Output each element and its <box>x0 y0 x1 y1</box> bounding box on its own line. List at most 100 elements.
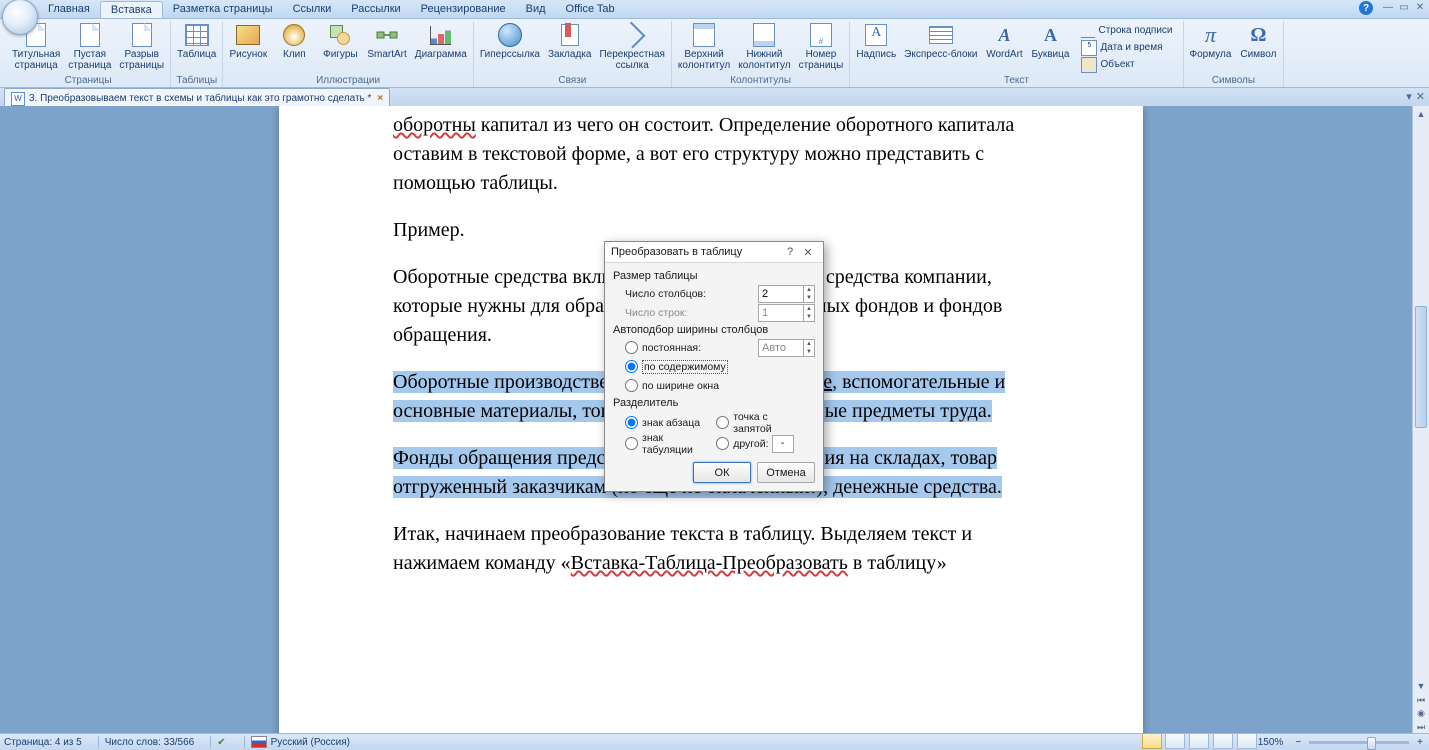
bookmark-button[interactable]: Закладка <box>544 21 595 62</box>
autofit-content-radio[interactable]: по содержимому <box>625 358 815 375</box>
clip-button[interactable]: Клип <box>271 21 317 62</box>
shapes-button[interactable]: Фигуры <box>317 21 363 62</box>
sep-tab-radio[interactable]: знак табуляции <box>625 435 716 452</box>
smartart-button[interactable]: SmartArt <box>363 21 410 62</box>
browse-object-icon[interactable]: ◉ <box>1417 708 1425 719</box>
zoom-label[interactable]: 150% <box>1258 734 1284 750</box>
office-button[interactable] <box>2 0 38 35</box>
page-break-button[interactable]: Разрыв страницы <box>115 21 168 73</box>
symbol-button[interactable]: ΩСимвол <box>1235 21 1281 62</box>
autofit-window-radio[interactable]: по ширине окна <box>625 377 815 394</box>
group-label: Иллюстрации <box>316 73 380 87</box>
equation-button[interactable]: πФормула <box>1186 21 1236 62</box>
prev-page-icon[interactable]: ⏮ <box>1417 695 1425 706</box>
date-time-button[interactable]: 5Дата и время <box>1077 39 1176 56</box>
wordart-button[interactable]: AWordArt <box>981 21 1027 62</box>
tab-mailings[interactable]: Рассылки <box>341 1 410 17</box>
footer-icon <box>753 23 775 47</box>
sep-other-radio[interactable]: другой: <box>716 435 807 452</box>
tab-dropdown-icon[interactable]: ▾ <box>1406 90 1412 103</box>
zoom-in-button[interactable]: + <box>1417 737 1423 748</box>
drop-cap-button[interactable]: AБуквица <box>1027 21 1073 62</box>
status-word-count[interactable]: Число слов: 33/566 <box>105 734 195 750</box>
sep-paragraph-radio[interactable]: знак абзаца <box>625 414 716 431</box>
group-label: Символы <box>1212 73 1255 87</box>
tab-office-tab[interactable]: Office Tab <box>556 1 625 17</box>
zoom-slider[interactable] <box>1309 741 1409 744</box>
draft-view-button[interactable] <box>1237 733 1257 749</box>
help-icon[interactable]: ? <box>1359 1 1373 15</box>
spin-down-icon[interactable]: ▼ <box>804 294 814 302</box>
dialog-help-icon[interactable]: ? <box>781 246 799 258</box>
restore-icon[interactable]: ▭ <box>1397 1 1411 13</box>
cross-reference-button[interactable]: Перекрестная ссылка <box>595 21 668 73</box>
columns-spinner[interactable]: ▲▼ <box>758 285 815 303</box>
tab-references[interactable]: Ссылки <box>283 1 342 17</box>
dialog-title: Преобразовать в таблицу <box>611 246 781 258</box>
spin-up-icon[interactable]: ▲ <box>804 286 814 294</box>
rows-label: Число строк: <box>625 307 687 319</box>
textbox-button[interactable]: Надпись <box>852 21 900 62</box>
autofit-fixed-radio[interactable]: постоянная: ▲▼ <box>625 339 815 356</box>
outline-view-button[interactable] <box>1213 733 1233 749</box>
dialog-close-icon[interactable]: ✕ <box>799 246 817 259</box>
zoom-out-button[interactable]: − <box>1295 737 1301 748</box>
rows-spinner: ▲▼ <box>758 304 815 322</box>
status-page[interactable]: Страница: 4 из 5 <box>4 734 82 750</box>
zoom-thumb[interactable] <box>1367 737 1376 750</box>
header-button[interactable]: Верхний колонтитул <box>674 21 734 73</box>
minimize-icon[interactable]: — <box>1381 1 1395 13</box>
tabstrip-close-icon[interactable]: ✕ <box>1416 90 1425 103</box>
status-proofing[interactable]: ✔ <box>217 734 227 750</box>
print-layout-view-button[interactable] <box>1142 733 1162 749</box>
ribbon-group-illustrations: Рисунок Клип Фигуры SmartArt Диаграмма И… <box>223 21 473 87</box>
status-language[interactable]: Русский (Россия) <box>251 734 350 750</box>
picture-icon <box>236 25 260 45</box>
close-icon[interactable]: ✕ <box>1413 1 1427 13</box>
web-layout-view-button[interactable] <box>1189 733 1209 749</box>
scroll-thumb[interactable] <box>1415 306 1427 428</box>
blank-page-button[interactable]: Пустая страница <box>64 21 115 73</box>
document-tab-title: 3. Преобразовываем текст в схемы и табли… <box>29 93 371 104</box>
table-icon <box>185 24 209 46</box>
tab-insert[interactable]: Вставка <box>100 1 163 18</box>
tab-close-icon[interactable]: × <box>377 93 383 104</box>
sep-other-input[interactable] <box>772 435 794 453</box>
table-button[interactable]: Таблица <box>173 21 220 62</box>
full-screen-view-button[interactable] <box>1165 733 1185 749</box>
ok-button[interactable]: ОК <box>693 462 751 483</box>
sep-semicolon-radio[interactable]: точка с запятой <box>716 414 807 431</box>
picture-button[interactable]: Рисунок <box>225 21 271 62</box>
group-label: Текст <box>1004 74 1029 87</box>
globe-icon <box>498 23 522 47</box>
tab-page-layout[interactable]: Разметка страницы <box>163 1 283 17</box>
omega-icon: Ω <box>1250 24 1266 47</box>
tab-view[interactable]: Вид <box>516 1 556 17</box>
signature-line-button[interactable]: Строка подписи <box>1077 22 1176 39</box>
reference-icon <box>619 22 646 49</box>
ribbon-group-text: Надпись Экспресс-блоки AWordArt AБуквица… <box>850 21 1183 87</box>
scroll-down-icon[interactable]: ▼ <box>1413 678 1429 694</box>
hyperlink-button[interactable]: Гиперссылка <box>476 21 544 62</box>
spin-up-icon: ▲ <box>804 305 814 313</box>
footer-button[interactable]: Нижний колонтитул <box>734 21 794 73</box>
calendar-icon: 5 <box>1081 40 1097 56</box>
document-tab[interactable]: W 3. Преобразовываем текст в схемы и таб… <box>4 88 390 108</box>
page-number-icon: # <box>810 23 832 47</box>
cancel-button[interactable]: Отмена <box>757 462 815 483</box>
scroll-up-icon[interactable]: ▲ <box>1413 106 1429 122</box>
tab-home[interactable]: Главная <box>38 1 100 17</box>
page-number-button[interactable]: #Номер страницы <box>795 21 848 73</box>
chart-button[interactable]: Диаграмма <box>411 21 471 62</box>
vertical-scrollbar[interactable]: ▲ ▼ ⏮ ◉ ⏭ <box>1412 106 1429 734</box>
object-icon <box>1081 57 1097 73</box>
tab-review[interactable]: Рецензирование <box>411 1 516 17</box>
columns-input[interactable] <box>759 288 803 300</box>
dialog-titlebar[interactable]: Преобразовать в таблицу ? ✕ <box>605 242 823 263</box>
section-separator: Разделитель <box>613 397 815 409</box>
next-page-icon[interactable]: ⏭ <box>1417 722 1425 733</box>
section-autofit: Автоподбор ширины столбцов <box>613 324 815 336</box>
section-table-size: Размер таблицы <box>613 270 815 282</box>
quick-parts-button[interactable]: Экспресс-блоки <box>900 21 981 62</box>
object-button[interactable]: Объект <box>1077 56 1176 73</box>
